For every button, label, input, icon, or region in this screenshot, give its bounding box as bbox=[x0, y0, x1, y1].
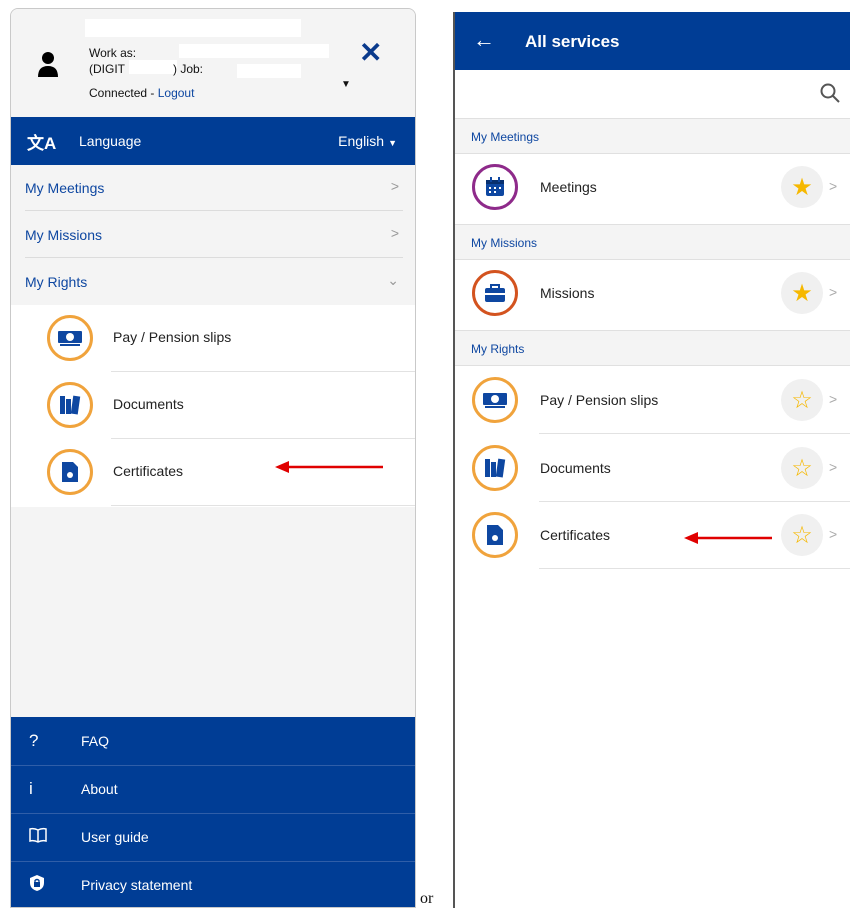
translate-icon: 文A bbox=[27, 133, 57, 153]
money-icon bbox=[472, 377, 518, 423]
documents-icon bbox=[47, 382, 93, 428]
user-header: Work as: (DIGIT ) Job: Connected - Logout… bbox=[11, 9, 415, 115]
item-label: Certificates bbox=[113, 463, 184, 479]
language-selector[interactable]: 文A Language English ▼ bbox=[11, 117, 415, 165]
chevron-right-icon: > bbox=[829, 178, 838, 194]
navigation-drawer: Work as: (DIGIT ) Job: Connected - Logout… bbox=[10, 8, 416, 908]
service-item-missions[interactable]: Missions ★ > bbox=[455, 260, 850, 327]
item-label: Certificates bbox=[540, 527, 611, 543]
service-item-certificates[interactable]: Certificates ☆ > bbox=[455, 502, 850, 569]
search-bar[interactable] bbox=[455, 70, 850, 118]
job-line: (DIGIT ) Job: bbox=[89, 62, 203, 76]
redacted-job bbox=[237, 64, 301, 78]
favorite-star-outline-icon[interactable]: ☆ bbox=[781, 447, 823, 489]
redacted-name bbox=[85, 19, 301, 37]
separator-text: or bbox=[420, 890, 434, 907]
nav-label: About bbox=[81, 781, 118, 797]
nav-label: FAQ bbox=[81, 733, 110, 749]
chevron-right-icon: > bbox=[829, 459, 838, 475]
connection-status: Connected - Logout bbox=[89, 86, 194, 100]
calendar-icon bbox=[472, 164, 518, 210]
chevron-down-icon: ⌄ bbox=[387, 272, 399, 288]
service-item-meetings[interactable]: Meetings ★ > bbox=[455, 154, 850, 221]
annotation-arrow bbox=[275, 461, 383, 473]
nav-item-privacy-statement[interactable]: Privacy statement bbox=[11, 861, 415, 907]
menu-section-my-rights[interactable]: My Rights ⌄ bbox=[11, 259, 415, 305]
item-label: Documents bbox=[113, 396, 184, 412]
menu-item-documents[interactable]: Documents bbox=[11, 372, 415, 439]
language-value[interactable]: English ▼ bbox=[338, 133, 415, 149]
chevron-right-icon: > bbox=[829, 284, 838, 300]
dropdown-caret-icon: ▼ bbox=[388, 138, 397, 148]
logout-link[interactable]: Logout bbox=[158, 86, 195, 100]
nav-label: User guide bbox=[81, 829, 149, 845]
service-item-documents[interactable]: Documents ☆ > bbox=[455, 435, 850, 502]
group-header-my-missions: My Missions bbox=[455, 224, 850, 260]
menu-item-pay-pension-slips[interactable]: Pay / Pension slips bbox=[11, 305, 415, 372]
work-as-label: Work as: bbox=[89, 46, 137, 60]
job-label: ) Job: bbox=[173, 62, 204, 76]
section-label: My Rights bbox=[25, 274, 88, 290]
group-header-my-rights: My Rights bbox=[455, 330, 850, 366]
menu-section-my-missions[interactable]: My Missions > bbox=[11, 212, 415, 258]
menu-section-my-meetings[interactable]: My Meetings > bbox=[11, 165, 415, 211]
connected-label: Connected - bbox=[89, 86, 158, 100]
nav-label: Privacy statement bbox=[81, 877, 193, 893]
section-label: My Missions bbox=[25, 227, 103, 243]
documents-icon bbox=[472, 445, 518, 491]
person-icon bbox=[38, 52, 58, 77]
money-icon bbox=[47, 315, 93, 361]
favorite-star-outline-icon[interactable]: ☆ bbox=[781, 379, 823, 421]
page-title: All services bbox=[525, 32, 620, 51]
bottom-navigation: ? FAQ i About User guide Privacy stateme… bbox=[11, 717, 415, 907]
back-arrow-icon[interactable]: ← bbox=[473, 27, 495, 53]
briefcase-icon bbox=[472, 270, 518, 316]
search-icon[interactable] bbox=[819, 82, 841, 104]
digit-prefix: (DIGIT bbox=[89, 62, 125, 76]
close-icon[interactable]: ✕ bbox=[359, 39, 382, 67]
service-item-pay-pension-slips[interactable]: Pay / Pension slips ☆ > bbox=[455, 367, 850, 434]
certificate-icon bbox=[472, 512, 518, 558]
nav-item-faq[interactable]: ? FAQ bbox=[11, 717, 415, 765]
section-label: My Meetings bbox=[25, 180, 105, 196]
all-services-screen: ← All services My Meetings Meetings ★ > … bbox=[453, 12, 850, 908]
chevron-right-icon: > bbox=[829, 526, 838, 542]
item-label: Documents bbox=[540, 460, 611, 476]
item-label: Missions bbox=[540, 285, 595, 301]
chevron-right-icon: > bbox=[829, 391, 838, 407]
nav-item-user-guide[interactable]: User guide bbox=[11, 813, 415, 861]
shield-lock-icon bbox=[11, 874, 81, 897]
group-header-my-meetings: My Meetings bbox=[455, 118, 850, 154]
chevron-right-icon: > bbox=[390, 225, 399, 241]
item-label: Pay / Pension slips bbox=[113, 329, 232, 345]
favorite-star-icon[interactable]: ★ bbox=[781, 272, 823, 314]
job-dropdown-icon[interactable]: ▼ bbox=[341, 79, 351, 90]
redacted-work-as bbox=[179, 44, 329, 58]
rights-submenu: Pay / Pension slips Documents Certificat… bbox=[11, 305, 415, 507]
item-label: Pay / Pension slips bbox=[540, 392, 659, 408]
app-bar: ← All services bbox=[455, 12, 850, 70]
book-icon bbox=[11, 827, 81, 848]
chevron-right-icon: > bbox=[390, 178, 399, 194]
favorite-star-outline-icon[interactable]: ☆ bbox=[781, 514, 823, 556]
item-label: Meetings bbox=[540, 179, 597, 195]
language-label: Language bbox=[79, 133, 142, 149]
nav-item-about[interactable]: i About bbox=[11, 765, 415, 813]
info-icon: i bbox=[29, 779, 33, 798]
annotation-arrow bbox=[684, 532, 772, 544]
certificate-icon bbox=[47, 449, 93, 495]
favorite-star-icon[interactable]: ★ bbox=[781, 166, 823, 208]
question-icon: ? bbox=[29, 731, 39, 750]
